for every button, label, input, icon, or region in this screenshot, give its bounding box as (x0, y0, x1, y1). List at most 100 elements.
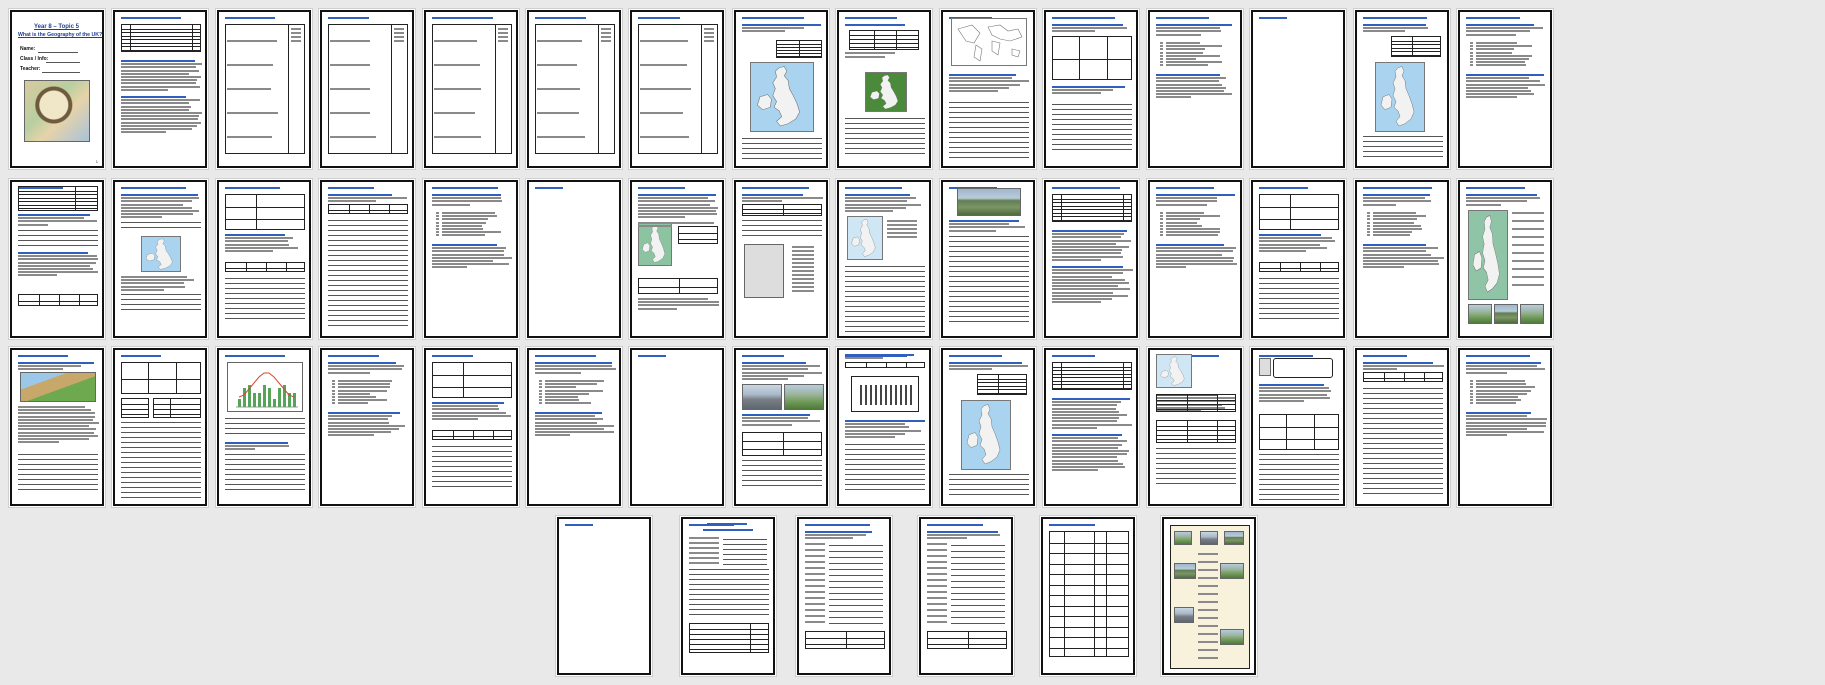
teacher-label: Teacher: (20, 66, 41, 72)
worksheet-table (678, 226, 718, 244)
worksheet-page[interactable] (1041, 517, 1135, 675)
cross-section-diagram (20, 372, 96, 402)
worksheet-page[interactable] (941, 348, 1035, 506)
worksheet-page[interactable] (217, 180, 311, 338)
worksheet-page[interactable] (424, 180, 518, 338)
worksheet-page[interactable] (1355, 10, 1449, 168)
worksheet-page[interactable] (113, 348, 207, 506)
worksheet-page[interactable] (1355, 348, 1449, 506)
worksheet-page[interactable] (941, 180, 1035, 338)
worksheet-page[interactable] (113, 10, 207, 168)
worksheet-page[interactable]: 1 Year 8 – Topic 5 What is the Geography o… (10, 10, 104, 168)
worksheet-page[interactable] (557, 517, 651, 675)
uk-map-image (141, 236, 181, 272)
worksheet-page[interactable] (941, 10, 1035, 168)
name-label: Name: (20, 46, 36, 52)
worksheet-table (1052, 36, 1132, 80)
worksheet-page[interactable] (681, 517, 775, 675)
worksheet-page[interactable] (1044, 348, 1138, 506)
worksheet-page[interactable] (837, 10, 931, 168)
worksheet-table (1156, 394, 1236, 412)
worksheet-page[interactable] (1355, 180, 1449, 338)
uk-map-image (865, 72, 907, 112)
uk-map-image (847, 216, 883, 260)
worksheet-page[interactable] (113, 180, 207, 338)
worksheet-page[interactable] (527, 10, 621, 168)
worksheet-page[interactable] (10, 180, 104, 338)
magnifying-glass-map-image (24, 80, 90, 142)
worksheet-table (432, 362, 512, 398)
worksheet-page[interactable] (320, 348, 414, 506)
worksheet-page[interactable] (919, 517, 1013, 675)
worksheet-page[interactable] (630, 10, 724, 168)
worksheet-table (121, 362, 201, 394)
photo-image (1200, 531, 1218, 545)
worksheet-page[interactable] (10, 348, 104, 506)
uk-map-image (750, 62, 814, 132)
worksheet-page[interactable] (1251, 10, 1345, 168)
worksheet-page[interactable] (1148, 10, 1242, 168)
worksheet-table (742, 204, 822, 216)
cover-title-line-1: Year 8 – Topic 5 (34, 24, 79, 30)
worksheet-page[interactable] (1162, 517, 1256, 675)
worksheet-page[interactable] (734, 180, 828, 338)
worksheet-page[interactable] (217, 10, 311, 168)
worksheet-page[interactable] (797, 517, 891, 675)
worksheet-page[interactable] (527, 180, 621, 338)
photo-image (1520, 304, 1544, 324)
worksheet-page[interactable] (734, 348, 828, 506)
worksheet-page[interactable] (527, 348, 621, 506)
worksheet-table (225, 194, 305, 230)
worksheet-table (432, 430, 512, 440)
flow-diagram (851, 376, 919, 412)
class-label: Class / Info: (20, 56, 49, 62)
worksheet-page[interactable] (320, 180, 414, 338)
worksheet-page[interactable] (630, 180, 724, 338)
worksheet-table (1363, 372, 1443, 382)
photo-image (1220, 563, 1244, 579)
worksheet-page[interactable] (424, 10, 518, 168)
worksheet-page[interactable] (1044, 10, 1138, 168)
worksheet-table (121, 398, 149, 418)
worksheet-table (1156, 420, 1236, 443)
uk-map-image (961, 400, 1011, 470)
worksheet-page[interactable] (837, 180, 931, 338)
worksheet-page[interactable] (1148, 348, 1242, 506)
worksheet-page[interactable] (837, 348, 931, 506)
worksheet-page[interactable] (1251, 180, 1345, 338)
worksheet-table (1259, 194, 1339, 230)
worksheet-page[interactable] (734, 10, 828, 168)
uk-regions-map-image (744, 244, 784, 298)
worksheet-table (977, 374, 1027, 395)
worksheet-page[interactable] (1458, 10, 1552, 168)
worksheet-page[interactable] (1044, 180, 1138, 338)
worksheet-page[interactable] (1251, 348, 1345, 506)
worksheet-page[interactable] (320, 10, 414, 168)
worksheet-page[interactable] (630, 348, 724, 506)
worksheet-page[interactable] (1458, 180, 1552, 338)
page-number: 1 (95, 159, 98, 164)
photo-image (1224, 531, 1244, 545)
worksheet-table (776, 40, 822, 58)
worksheet-table (1049, 531, 1129, 657)
photo-image (742, 384, 782, 410)
photo-image (1174, 563, 1196, 579)
uk-map-image (1156, 354, 1192, 388)
photo-image (957, 188, 1021, 216)
worksheet-table (1391, 36, 1441, 57)
worksheet-table (225, 262, 305, 272)
worksheet-table (849, 30, 919, 50)
worksheet-page[interactable] (1148, 180, 1242, 338)
worksheet-table (18, 186, 98, 211)
photo-image (1468, 304, 1492, 324)
uk-map-image (1375, 62, 1425, 132)
worksheet-table (1259, 262, 1339, 272)
speech-bubble (1273, 358, 1333, 378)
photo-image (1220, 629, 1244, 645)
worksheet-page[interactable] (1458, 348, 1552, 506)
person-icon (1259, 358, 1271, 376)
worksheet-table (805, 631, 885, 649)
worksheet-table (328, 204, 408, 214)
worksheet-page[interactable] (424, 348, 518, 506)
worksheet-page[interactable] (217, 348, 311, 506)
